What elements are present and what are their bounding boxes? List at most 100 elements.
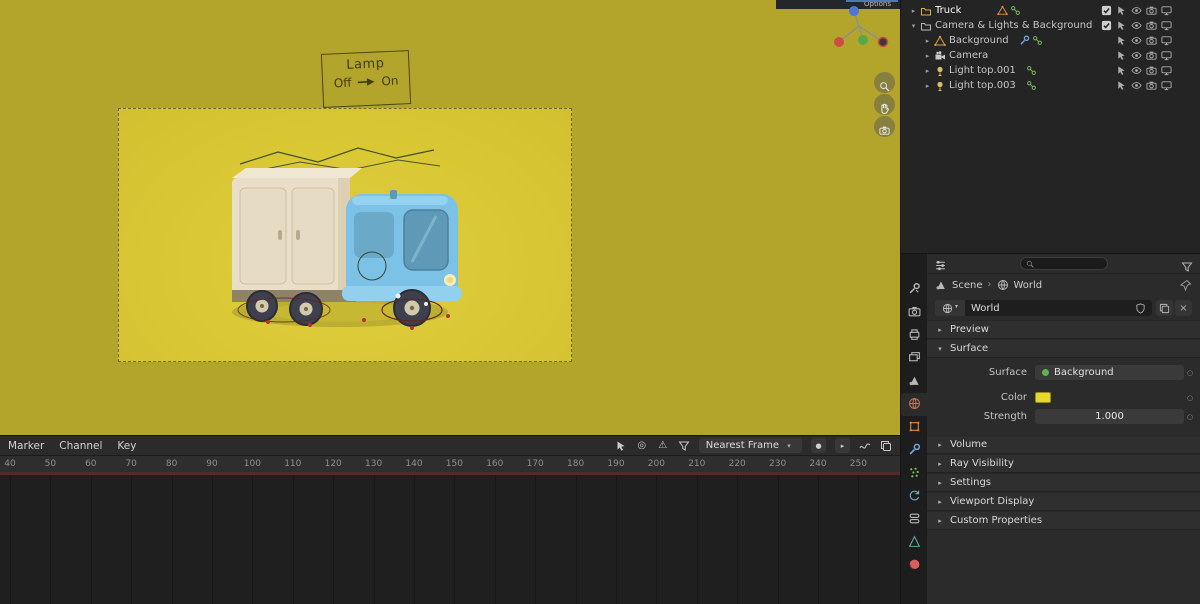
tab-render[interactable] [901,301,927,324]
disable-render-icon[interactable] [1146,65,1157,76]
hide-viewport-icon[interactable] [1131,50,1142,61]
keying-set-button[interactable]: ▸ [835,438,850,453]
outliner-item-label[interactable]: Light top.001 [949,65,1016,76]
tab-scene[interactable] [901,370,927,393]
outliner-item-label[interactable]: Camera & Lights & Background [935,20,1092,31]
timeline-tracks[interactable] [0,475,900,604]
selectable-icon[interactable] [1116,50,1127,61]
hide-viewport-icon[interactable] [1131,20,1142,31]
autokey-button[interactable]: ● [811,438,826,453]
zoom-button[interactable] [874,72,895,93]
menu-channel[interactable]: Channel [59,440,102,452]
exclude-checkbox-icon[interactable] [1101,20,1112,31]
tab-view-layer[interactable] [901,347,927,370]
lamp-sign-object[interactable]: Lamp Off On [320,50,412,108]
tab-object[interactable] [901,416,927,439]
tab-output[interactable] [901,324,927,347]
outliner-row-camera[interactable]: ▸ Camera [901,48,1200,63]
pin-icon[interactable] [1180,279,1192,291]
snap-mode-dropdown[interactable]: Nearest Frame ▾ [698,438,802,453]
world-color-swatch[interactable] [1035,392,1051,403]
tab-material[interactable] [901,554,927,577]
disable-viewport-icon[interactable] [1161,5,1172,16]
menu-key[interactable]: Key [117,440,136,452]
disable-viewport-icon[interactable] [1161,50,1172,61]
timeline-ruler[interactable]: 40 50 60 70 80 90 100 110 120 130 140 150 160 170 180 1… [0,456,900,472]
selectable-icon[interactable] [1116,80,1127,91]
decorator-dot[interactable]: ○ [1184,394,1196,402]
panel-settings[interactable]: ▸ Settings [927,473,1200,492]
3d-viewport[interactable]: Options Lamp Off On [0,0,900,435]
properties-editor-icon[interactable] [934,257,947,271]
disable-render-icon[interactable] [1146,20,1157,31]
duplicate-world-button[interactable] [1156,300,1173,316]
strength-slider[interactable]: 1.000 [1035,409,1184,424]
outliner-row-camera-lights[interactable]: ▾ Camera & Lights & Background [901,18,1200,33]
outliner[interactable]: ▸ Truck ▾ Camera & Lights & Background ▸… [900,0,1200,254]
tab-world[interactable] [901,393,927,416]
fcurve-icon[interactable] [859,440,871,452]
hide-viewport-icon[interactable] [1131,80,1142,91]
outliner-row-background[interactable]: ▸ Background [901,33,1200,48]
disable-viewport-icon[interactable] [1161,65,1172,76]
panel-preview[interactable]: ▸ Preview [927,320,1200,339]
outliner-row-light-001[interactable]: ▸ Light top.001 [901,63,1200,78]
world-name-field[interactable]: World [965,300,1152,316]
panel-surface[interactable]: ▾ Surface [927,339,1200,358]
properties-search-input[interactable] [1020,257,1108,270]
hide-viewport-icon[interactable] [1131,5,1142,16]
filter-icon[interactable] [1181,258,1193,272]
disable-render-icon[interactable] [1146,35,1157,46]
expand-chevron-icon[interactable]: ▸ [922,52,933,60]
tab-particles[interactable] [901,462,927,485]
breadcrumb-world[interactable]: World [1014,280,1043,291]
breadcrumb-scene[interactable]: Scene [952,280,983,291]
selectable-icon[interactable] [1116,35,1127,46]
disable-render-icon[interactable] [1146,50,1157,61]
tab-physics[interactable] [901,485,927,508]
panel-ray-visibility[interactable]: ▸ Ray Visibility [927,454,1200,473]
selectable-icon[interactable] [1116,65,1127,76]
expand-chevron-icon[interactable]: ▸ [908,7,919,15]
selectable-icon[interactable] [1116,20,1127,31]
panel-viewport-display[interactable]: ▸ Viewport Display [927,492,1200,511]
disable-render-icon[interactable] [1146,5,1157,16]
proportional-icon[interactable]: ◎ [636,440,648,452]
filter-funnel-icon[interactable] [678,440,690,452]
unlink-world-button[interactable]: × [1175,300,1192,316]
disable-render-icon[interactable] [1146,80,1157,91]
world-browse-button[interactable]: ▾ [935,300,965,316]
expand-chevron-icon[interactable]: ▸ [922,82,933,90]
tab-constraints[interactable] [901,508,927,531]
timeline-editor[interactable]: Marker Channel Key ◎ ⚠ Nearest Frame ▾ ●… [0,435,900,604]
navigation-gizmo[interactable] [832,4,894,50]
pan-button[interactable] [874,94,895,115]
surface-shader-button[interactable]: Background [1035,365,1184,380]
select-cursor-icon[interactable] [615,440,627,452]
disable-viewport-icon[interactable] [1161,20,1172,31]
panel-custom-properties[interactable]: ▸ Custom Properties [927,511,1200,530]
truck-object[interactable] [212,138,474,340]
collapse-chevron-icon[interactable]: ▾ [908,22,919,30]
expand-chevron-icon[interactable]: ▸ [922,37,933,45]
properties-editor[interactable]: Scene › World ▾ World × ▸ Preview ▾ Surf… [900,254,1200,604]
tab-tool[interactable] [901,278,927,301]
outliner-item-label[interactable]: Truck [935,5,961,16]
hide-viewport-icon[interactable] [1131,35,1142,46]
expand-chevron-icon[interactable]: ▸ [922,67,933,75]
menu-marker[interactable]: Marker [8,440,44,452]
tab-modifiers[interactable] [901,439,927,462]
hide-viewport-icon[interactable] [1131,65,1142,76]
disable-viewport-icon[interactable] [1161,35,1172,46]
disable-viewport-icon[interactable] [1161,80,1172,91]
copy-overlay-icon[interactable] [880,440,892,452]
outliner-item-label[interactable]: Camera [949,50,988,61]
outliner-row-truck[interactable]: ▸ Truck [901,3,1200,18]
outliner-item-label[interactable]: Light top.003 [949,80,1016,91]
decorator-dot[interactable]: ○ [1184,413,1196,421]
selectable-icon[interactable] [1116,5,1127,16]
panel-volume[interactable]: ▸ Volume [927,435,1200,454]
exclude-checkbox-icon[interactable] [1101,5,1112,16]
outliner-item-label[interactable]: Background [949,35,1009,46]
tab-object-data[interactable] [901,531,927,554]
